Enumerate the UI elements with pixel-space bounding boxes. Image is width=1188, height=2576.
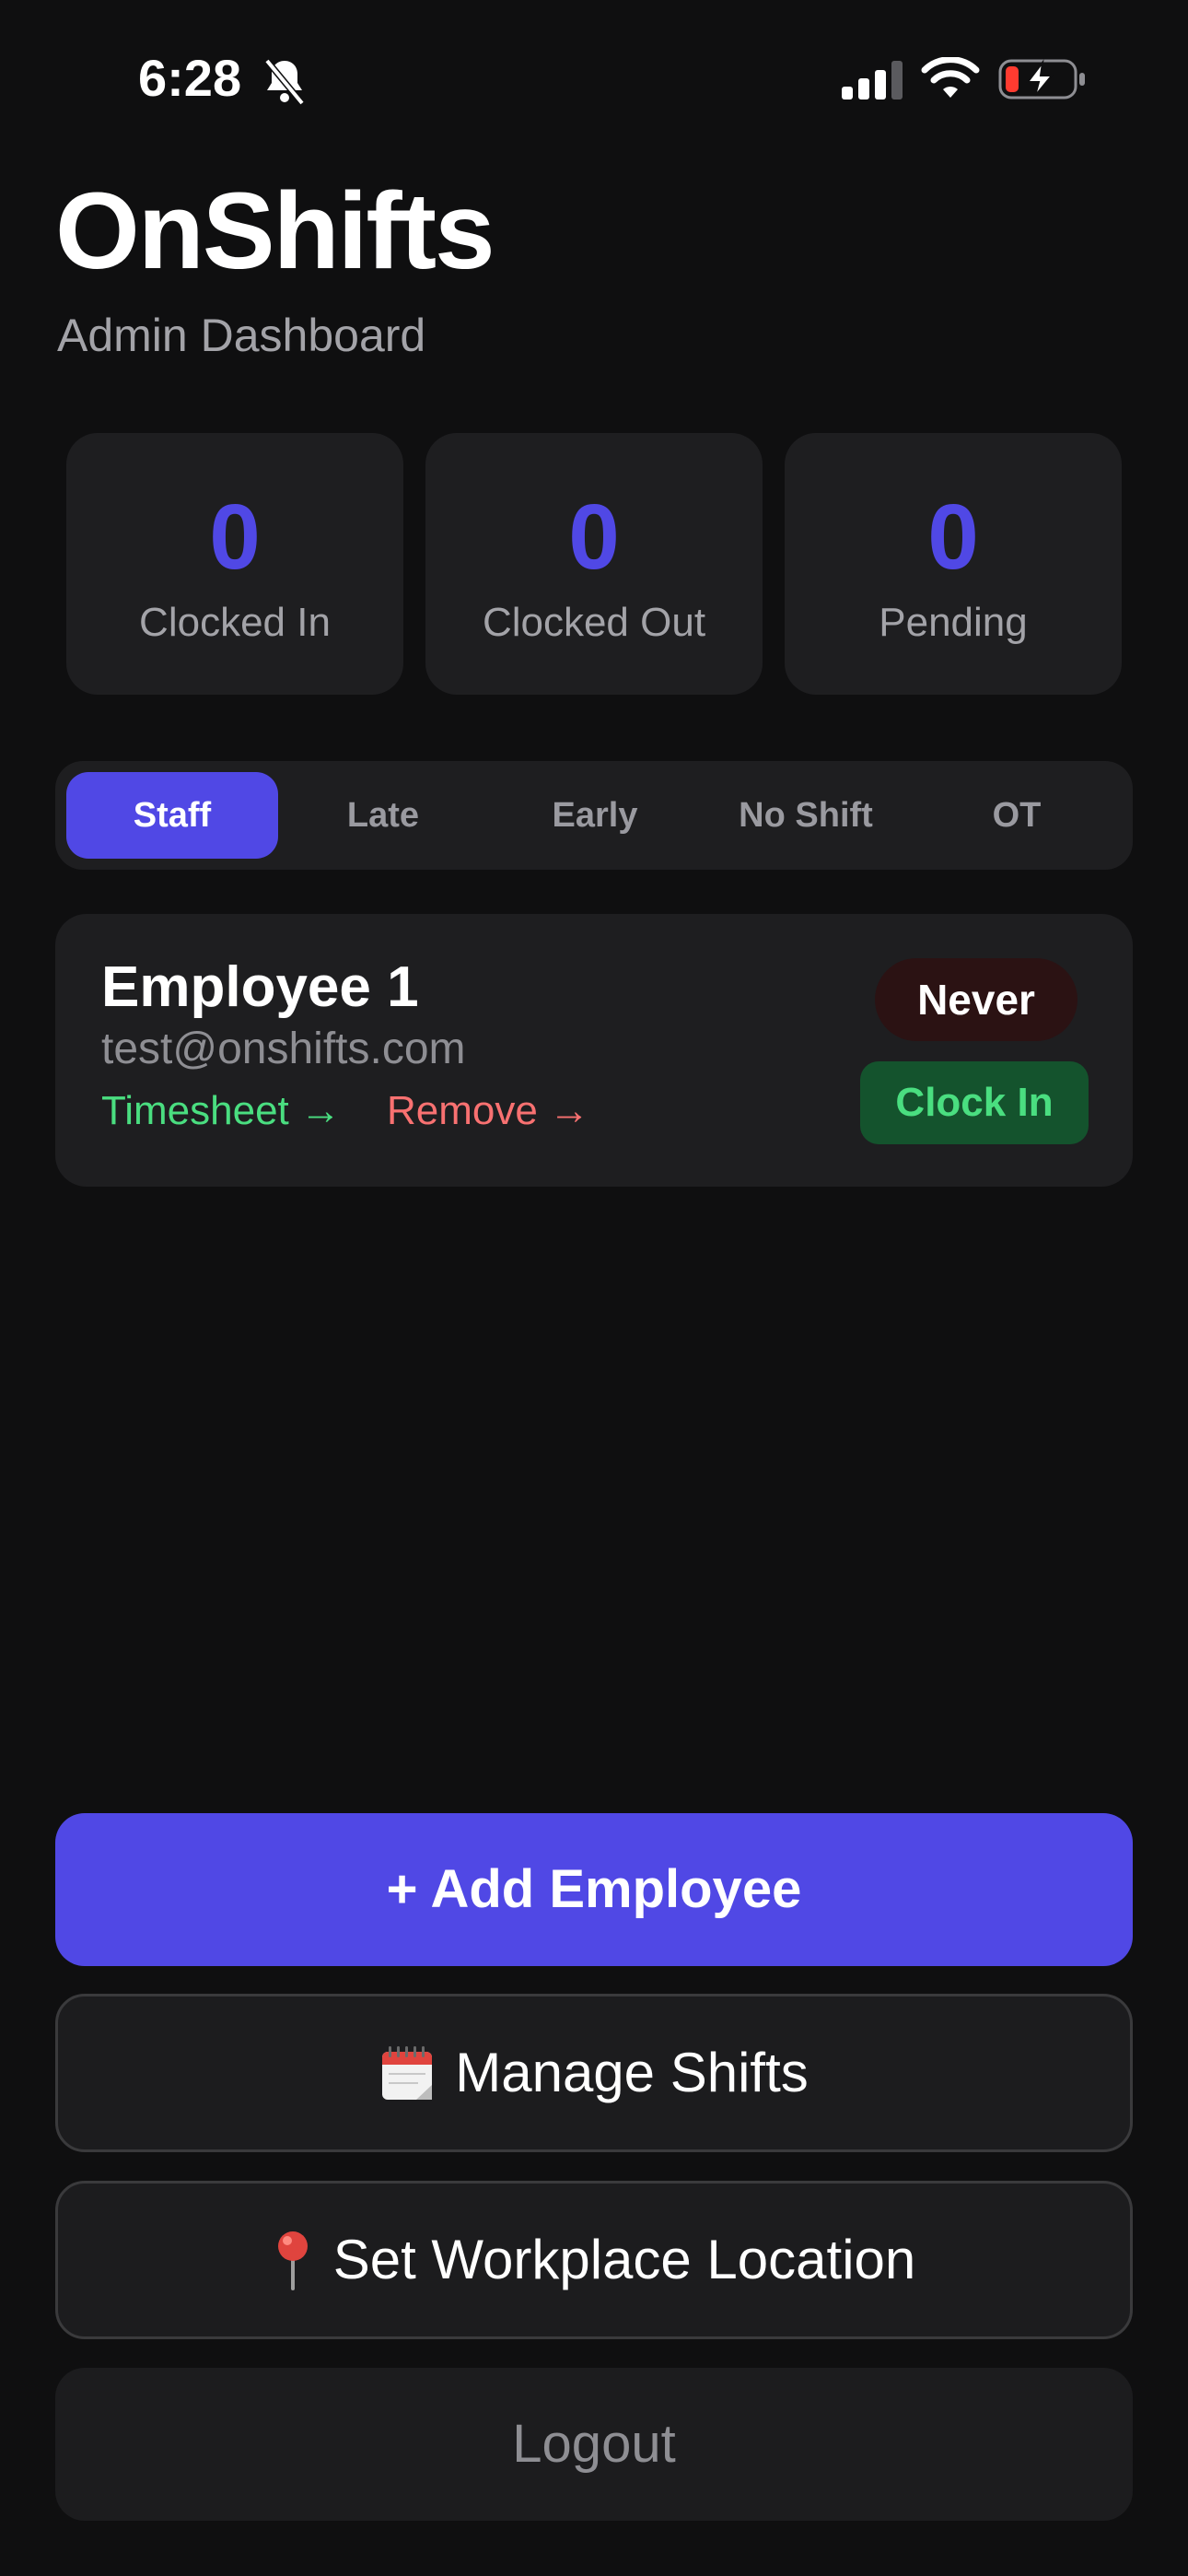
wifi-icon	[921, 57, 980, 98]
stat-label: Clocked In	[139, 600, 331, 645]
filter-tab-bar: Staff Late Early No Shift OT	[55, 761, 1133, 870]
add-employee-button[interactable]: + Add Employee	[55, 1813, 1133, 1966]
tab-ot[interactable]: OT	[911, 772, 1123, 859]
status-bar: 6:28	[0, 0, 1188, 161]
stat-value: 0	[209, 486, 261, 589]
battery-charging-icon	[998, 59, 1085, 100]
calendar-icon	[382, 2046, 433, 2100]
manage-shifts-button[interactable]: Manage Shifts	[55, 1994, 1133, 2152]
stat-card-clocked-in: 0 Clocked In	[66, 433, 403, 695]
set-location-button[interactable]: Set Workplace Location	[55, 2181, 1133, 2339]
app-title: OnShifts	[55, 170, 495, 292]
stat-value: 0	[568, 486, 620, 589]
remove-employee-link[interactable]: Remove →	[387, 1085, 589, 1137]
stat-label: Clocked Out	[482, 600, 706, 645]
employee-name: Employee 1	[101, 955, 419, 1019]
stat-label: Pending	[879, 600, 1028, 645]
stat-value: 0	[927, 486, 979, 589]
clock-in-button[interactable]: Clock In	[860, 1061, 1089, 1144]
manage-shifts-label: Manage Shifts	[455, 2042, 809, 2103]
stat-card-clocked-out: 0 Clocked Out	[425, 433, 763, 695]
employee-email: test@onshifts.com	[101, 1025, 466, 1073]
status-badge: Never	[875, 958, 1077, 1041]
pin-icon	[277, 2231, 308, 2290]
tab-early[interactable]: Early	[489, 772, 701, 859]
tab-no-shift[interactable]: No Shift	[700, 772, 912, 859]
status-time: 6:28	[138, 49, 242, 107]
page-subtitle: Admin Dashboard	[57, 310, 426, 361]
set-location-label: Set Workplace Location	[332, 2229, 916, 2290]
employee-card: Employee 1 test@onshifts.com Timesheet →…	[55, 914, 1133, 1187]
timesheet-link[interactable]: Timesheet →	[101, 1085, 341, 1137]
cellular-signal-icon	[842, 61, 903, 100]
tab-staff[interactable]: Staff	[66, 772, 278, 859]
stat-card-pending: 0 Pending	[785, 433, 1122, 695]
tab-late[interactable]: Late	[277, 772, 489, 859]
bell-slash-icon	[264, 58, 305, 106]
logout-button[interactable]: Logout	[55, 2368, 1133, 2521]
